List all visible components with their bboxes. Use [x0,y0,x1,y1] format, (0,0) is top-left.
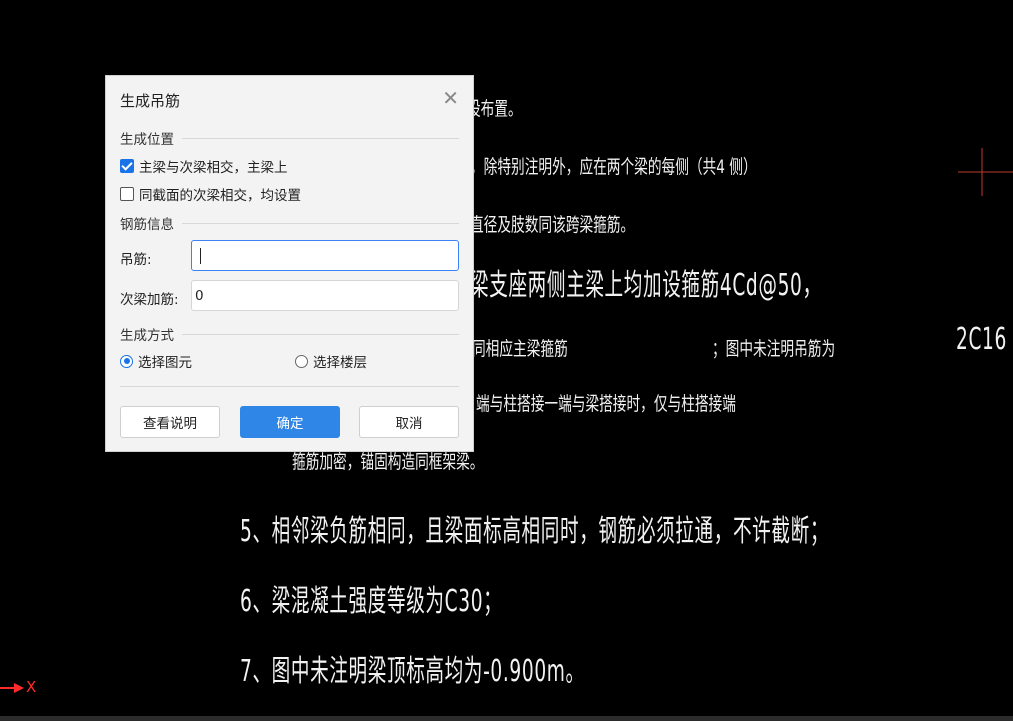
checkbox-same-section[interactable]: 同截面的次梁相交，均设置 [120,184,301,204]
radio-selected-icon[interactable] [120,354,133,368]
cad-text-line5c: 2C16 [956,322,1007,357]
radio-unselected-icon[interactable] [295,354,308,368]
radio-select-element[interactable]: 选择图元 [120,351,192,371]
section-method-label: 生成方式 [120,328,174,344]
axis-x-label: X [26,678,37,696]
dialog-title: 生成吊筋 [120,92,181,110]
divider [182,137,459,139]
checkbox-checked-icon[interactable] [120,159,134,173]
cad-text-line8: 5、相邻梁负筋相同，且梁面标高相同时，钢筋必须拉通，不许截断； [240,514,830,549]
checkbox-main-secondary[interactable]: 主梁与次梁相交，主梁上 [120,156,288,176]
ucs-axis-icon [0,683,24,693]
radio-select-floor[interactable]: 选择楼层 [295,351,367,371]
ok-button[interactable]: 确定 [240,406,340,438]
cad-text-line3: 直径及肢数同该跨梁箍筋。 [470,214,635,236]
cad-text-line10: 7、图中未注明梁顶标高均为-0.900m。 [240,654,585,689]
secondary-rebar-label: 次梁加筋: [120,292,179,308]
crosshair-icon [958,148,1013,196]
section-position-label: 生成位置 [120,132,174,148]
help-button[interactable]: 查看说明 [120,406,220,438]
cad-text-line4: 梁支座两侧主梁上均加设箍筋4Cd@50， [470,268,822,303]
section-method: 生成方式 [120,324,459,344]
hanger-label: 吊筋: [120,252,152,268]
cancel-button[interactable]: 取消 [359,406,459,438]
cad-text-line1: 设布置。 [467,98,522,120]
close-icon[interactable]: ✕ [442,86,459,110]
cad-text-line2: ，除特别注明外，应在两个梁的每侧（共4 侧） [470,156,757,178]
text-caret [200,248,201,264]
section-rebar-label: 钢筋信息 [120,217,174,233]
divider [182,333,459,335]
radio-select-floor-label: 选择楼层 [313,355,367,371]
radio-select-element-label: 选择图元 [138,355,192,371]
generate-hanger-dialog: 生成吊筋 ✕ 生成位置 主梁与次梁相交，主梁上 同截面的次梁相交，均设置 钢筋信… [105,75,474,452]
cad-text-line9: 6、梁混凝土强度等级为C30； [240,584,503,619]
cad-text-line5b: ；图中未注明吊筋为 [712,338,836,360]
secondary-rebar-input[interactable]: 0 [191,280,459,311]
checkbox-main-secondary-label: 主梁与次梁相交，主梁上 [139,160,288,176]
section-rebar: 钢筋信息 [120,213,459,233]
checkbox-unchecked-icon[interactable] [120,187,134,201]
divider [120,386,459,387]
checkbox-same-section-label: 同截面的次梁相交，均设置 [139,188,301,204]
divider [182,222,459,224]
status-bar [0,716,1013,721]
secondary-rebar-value: 0 [195,287,204,304]
hanger-input[interactable] [191,240,459,271]
cad-text-line5a: 同相应主梁箍筋 [472,338,568,360]
cad-text-line6: 端与柱搭接一端与梁搭接时，仅与柱搭接端 [476,393,736,415]
section-position: 生成位置 [120,128,459,148]
